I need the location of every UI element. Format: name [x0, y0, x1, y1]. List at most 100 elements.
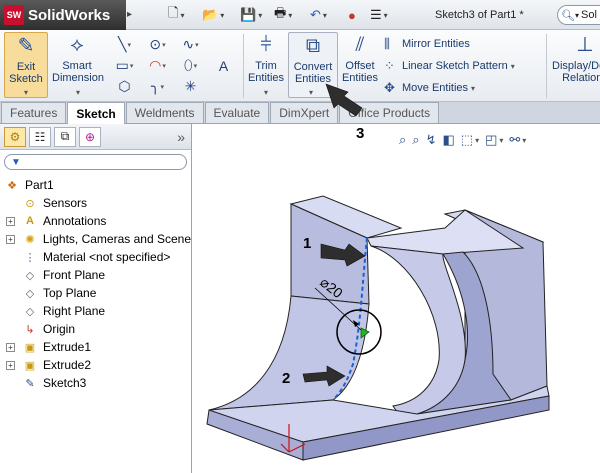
tree-item-label: Front Plane [43, 268, 106, 282]
tree-filter-input[interactable]: ▼ [4, 154, 187, 170]
tab-weldments[interactable]: Weldments [125, 102, 204, 123]
chevron-down-icon[interactable]: ▾ [127, 41, 131, 49]
open-button[interactable]: 📂 ▾ [202, 5, 224, 25]
point-tool[interactable]: ✳ [174, 76, 207, 97]
tree-item-extrude1[interactable]: + ▣ Extrude1 [0, 338, 191, 356]
callout-number-1: 1 [303, 235, 312, 252]
smart-dimension-label: Smart Dimension [52, 60, 104, 84]
tree-item-sketch3[interactable]: ✎ Sketch3 [0, 374, 191, 392]
property-manager-tab[interactable]: ☷ [29, 126, 51, 147]
document-title: Sketch3 of Part1 * [435, 9, 524, 21]
chevron-down-icon[interactable]: ▾ [24, 88, 28, 97]
circle-tool[interactable]: ⊙ ▾ [141, 34, 174, 55]
empty-slot [207, 76, 240, 97]
rebuild-button[interactable]: ● [348, 5, 356, 25]
polygon-tool[interactable]: ⬡ [108, 76, 141, 97]
tab-features[interactable]: Features [1, 102, 67, 123]
undo-button[interactable]: ↶ ▾ [310, 5, 327, 25]
tab-sketch[interactable]: Sketch [67, 102, 125, 124]
tree-item-extrude2[interactable]: + ▣ Extrude2 [0, 356, 191, 374]
mirror-entities-button[interactable]: ⫼ Mirror Entities [384, 34, 470, 54]
title-bar: SW SolidWorks ▸ 🗋 ▾ 📂 ▾ 💾 ▾ 🖶 ▾ ↶ ▾ ● ☰ ▾ Sket… [0, 0, 600, 30]
tree-item-material[interactable]: ⋮ Material <not specified> [0, 248, 191, 266]
chevron-down-icon[interactable]: ▾ [162, 41, 166, 49]
ellipse-tool[interactable]: ⬯ ▾ [174, 55, 207, 76]
chevron-down-icon[interactable]: ▾ [220, 11, 224, 20]
rectangle-tool[interactable]: ▭ ▾ [108, 55, 141, 76]
feature-tree-tab[interactable]: ⚙ [4, 126, 26, 147]
tree-item-front-plane[interactable]: ◇ Front Plane [0, 266, 191, 284]
chevron-down-icon[interactable]: ▾ [76, 88, 80, 97]
options-icon: ☰ [370, 7, 382, 22]
chevron-down-icon[interactable]: ▾ [471, 84, 475, 93]
configuration-icon: ⧉ [60, 129, 70, 143]
menu-flyout-arrow-icon[interactable]: ▸ [127, 9, 132, 20]
tree-item-lights-cameras[interactable]: + ✺ Lights, Cameras and Scene [0, 230, 191, 248]
callout-number-3: 3 [356, 125, 365, 142]
open-folder-icon: 📂 [202, 7, 219, 22]
callout-arrow-shape [325, 83, 363, 117]
display-delete-relations-button[interactable]: ⊥ Display/Delete Relations [550, 32, 600, 98]
chevron-down-icon[interactable]: ▾ [511, 62, 515, 71]
arc-tool[interactable]: ◠ ▾ [141, 55, 174, 76]
search-input[interactable]: 🔍︎ ▾ Sol [557, 5, 600, 25]
display-manager-tab[interactable]: ⊕ [79, 126, 101, 147]
chevron-down-icon[interactable]: ▾ [323, 11, 327, 20]
spline-tool[interactable]: ∿ ▾ [174, 34, 207, 55]
expand-toggle[interactable]: + [6, 360, 15, 370]
tree-item-part1[interactable]: ❖ Part1 [0, 176, 191, 194]
linear-sketch-pattern-button[interactable]: ⁘ Linear Sketch Pattern ▾ [384, 56, 515, 76]
chevron-down-icon[interactable]: ▾ [180, 11, 184, 20]
ellipse-icon: ⬯ [183, 57, 193, 73]
expand-toggle[interactable]: + [6, 342, 15, 352]
chevron-down-icon[interactable]: ▾ [162, 62, 166, 70]
chevron-down-icon[interactable]: ▾ [258, 11, 262, 20]
tree-item-annotations[interactable]: + A Annotations [0, 212, 191, 230]
chevron-down-icon[interactable]: ▾ [575, 11, 579, 20]
new-document-button[interactable]: 🗋 ▾ [168, 5, 184, 25]
line-tool[interactable]: ╲ ▾ [108, 34, 141, 55]
mirror-icon: ⫼ [384, 36, 390, 51]
chevron-down-icon[interactable]: ▾ [195, 41, 199, 49]
graphics-viewport[interactable]: ⌕ ⌕ ↯ ◧ ⬚ ▾ ◰ ▾ ⚯ ▾ ⌀20 1 2 [193, 124, 600, 473]
tree-item-label: Lights, Cameras and Scene [42, 232, 191, 246]
sketch-icon: ✎ [25, 377, 35, 390]
callout-number-2: 2 [282, 370, 291, 387]
part-icon: ❖ [7, 179, 17, 192]
more-tabs-button[interactable]: » [177, 129, 185, 145]
tab-evaluate[interactable]: Evaluate [204, 102, 270, 123]
chevron-down-icon[interactable]: ▾ [194, 62, 198, 70]
rebuild-icon: ● [348, 7, 356, 23]
chevron-down-icon[interactable]: ▾ [309, 88, 313, 97]
tree-item-top-plane[interactable]: ◇ Top Plane [0, 284, 191, 302]
chevron-down-icon[interactable]: ▾ [130, 62, 134, 70]
text-tool[interactable]: A [207, 55, 240, 76]
tree-item-right-plane[interactable]: ◇ Right Plane [0, 302, 191, 320]
feature-manager-tabs: ⚙ ☷ ⧉ ⊕ » [0, 124, 191, 150]
mirror-entities-label: Mirror Entities [402, 38, 470, 50]
fillet-tool[interactable]: ╮ ▾ [141, 76, 174, 97]
expand-toggle[interactable]: + [6, 234, 15, 244]
chevron-down-icon[interactable]: ▾ [264, 88, 268, 97]
tree-item-sensors[interactable]: ⊙ Sensors [0, 194, 191, 212]
offset-entities-icon: ⫽ [355, 34, 365, 56]
origin-icon: ↳ [25, 323, 35, 336]
filter-icon: ▼ [11, 156, 21, 168]
point-icon: ✳ [184, 78, 197, 94]
tree-item-origin[interactable]: ↳ Origin [0, 320, 191, 338]
solidworks-menu-button[interactable]: SW SolidWorks [0, 0, 126, 30]
expand-toggle[interactable]: + [6, 216, 15, 226]
configuration-manager-tab[interactable]: ⧉ [54, 126, 76, 147]
feature-tree-icon: ⚙ [9, 129, 21, 144]
chevron-down-icon[interactable]: ▾ [384, 11, 388, 20]
tree-item-label: Annotations [43, 214, 107, 228]
print-button[interactable]: 🖶 ▾ [274, 5, 292, 25]
tree-item-label: Part1 [25, 178, 54, 192]
chevron-down-icon[interactable]: ▾ [160, 83, 164, 91]
plane-icon: ◇ [25, 305, 35, 318]
part-model-view: ⌀20 [206, 195, 550, 461]
options-button[interactable]: ☰ ▾ [370, 5, 388, 25]
save-button[interactable]: 💾 ▾ [240, 5, 262, 25]
chevron-down-icon[interactable]: ▾ [288, 11, 292, 20]
linear-sketch-pattern-label: Linear Sketch Pattern [402, 60, 508, 72]
